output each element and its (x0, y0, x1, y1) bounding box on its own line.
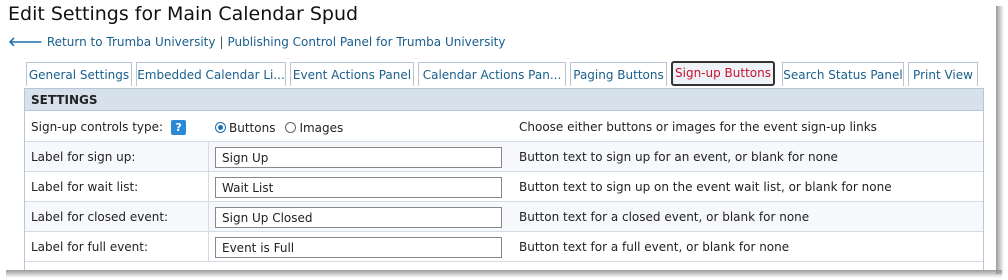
signup-label-input[interactable] (215, 147, 502, 168)
images-radio-label[interactable]: Images (299, 121, 343, 135)
full-event-description: Button text for a full event, or blank f… (519, 240, 790, 254)
settings-page: Edit Settings for Main Calendar Spud 🡐 Re… (0, 0, 996, 270)
waitlist-description: Button text to sign up on the event wait… (519, 180, 892, 194)
controls-type-description: Choose either buttons or images for the … (519, 120, 877, 134)
question-icon[interactable]: ? (171, 120, 187, 135)
signup-label-row: Label for sign up: Button text to sign u… (25, 142, 983, 172)
tab-signup-buttons[interactable]: Sign-up Buttons (671, 61, 775, 86)
return-link[interactable]: Return to Trumba University (47, 35, 216, 49)
breadcrumb: 🡐 Return to Trumba University | Publishing … (8, 34, 505, 50)
page-shadow (6, 270, 1002, 278)
section-header: SETTINGS (25, 89, 983, 111)
controls-type-row: Sign-up controls type:? Buttons Images Ch… (25, 112, 983, 142)
tab-search-status-panel[interactable]: Search Status Panel (782, 62, 904, 86)
column-divider (208, 142, 209, 171)
full-event-label-row: Label for full event: Button text for a … (25, 232, 983, 262)
full-event-label-input[interactable] (215, 237, 502, 258)
closed-event-label-row: Label for closed event: Button text for … (25, 202, 983, 232)
settings-panel: SETTINGS Sign-up controls type:? Buttons… (24, 88, 984, 270)
controls-type-radio-group: Buttons Images (215, 112, 353, 142)
page-shadow (996, 6, 1004, 274)
breadcrumb-separator: | (219, 35, 224, 49)
signup-description: Button text to sign up for an event, or … (519, 150, 838, 164)
buttons-radio[interactable] (215, 122, 226, 133)
waitlist-label-input[interactable] (215, 177, 502, 198)
controls-type-label-wrap: Sign-up controls type:? (31, 112, 187, 142)
waitlist-label-row: Label for wait list: Button text to sign… (25, 172, 983, 202)
control-panel-link[interactable]: Publishing Control Panel for Trumba Univ… (228, 35, 506, 49)
signup-label: Label for sign up: (31, 150, 136, 164)
column-divider (208, 202, 209, 231)
column-divider (208, 232, 209, 261)
closed-event-description: Button text for a closed event, or blank… (519, 210, 810, 224)
tab-general-settings[interactable]: General Settings (26, 62, 132, 86)
settings-tabs: General Settings Embedded Calendar Li...… (26, 61, 986, 89)
column-divider (208, 172, 209, 201)
tab-event-actions-panel[interactable]: Event Actions Panel (290, 62, 414, 86)
images-radio[interactable] (285, 122, 297, 133)
tab-calendar-actions-panel[interactable]: Calendar Actions Pan... (418, 62, 566, 86)
page-title: Edit Settings for Main Calendar Spud (8, 3, 359, 25)
closed-event-label: Label for closed event: (31, 210, 169, 224)
waitlist-label: Label for wait list: (31, 180, 139, 194)
controls-type-label: Sign-up controls type: (31, 120, 164, 134)
tab-embedded-calendar-links[interactable]: Embedded Calendar Li... (136, 62, 286, 86)
full-event-label: Label for full event: (31, 240, 149, 254)
buttons-radio-label[interactable]: Buttons (229, 121, 275, 135)
tab-print-view[interactable]: Print View (908, 62, 978, 86)
left-arrow-icon[interactable]: 🡐 (8, 35, 43, 50)
tab-paging-buttons[interactable]: Paging Buttons (570, 62, 667, 86)
closed-event-label-input[interactable] (215, 207, 502, 228)
